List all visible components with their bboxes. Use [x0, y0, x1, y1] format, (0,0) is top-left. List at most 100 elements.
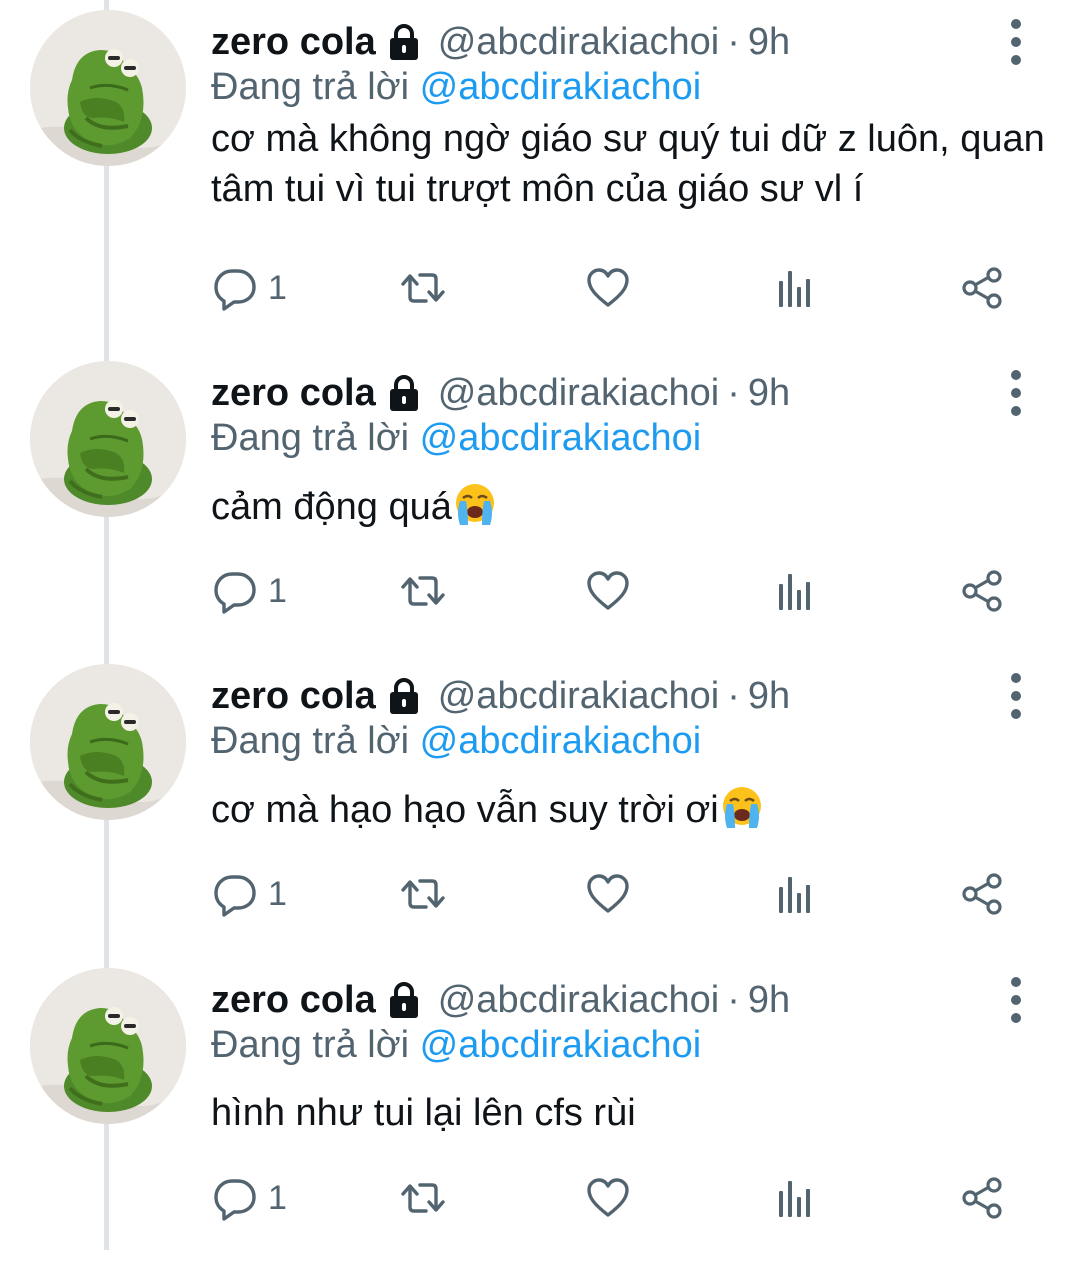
tweet-header: zero cola @abcdirakiachoi · 9h [211, 672, 790, 720]
replying-prefix: Đang trả lời [211, 417, 410, 459]
reply-button[interactable]: 1 [212, 561, 287, 621]
reply-count: 1 [268, 571, 287, 610]
tweet-item[interactable]: zero cola @abcdirakiachoi · 9h Đang trả … [0, 0, 1080, 303]
views-chart-icon [772, 1175, 818, 1221]
retweet-icon [400, 568, 446, 614]
tweet-text: cơ mà hạo hạo vẫn suy trời ơi [211, 784, 1051, 835]
separator-dot: · [727, 674, 740, 717]
tweet-text: cơ mà không ngờ giáo sư quý tui dữ z luô… [211, 114, 1051, 214]
retweet-button[interactable] [400, 864, 446, 924]
user-handle[interactable]: @abcdirakiachoi [438, 372, 720, 415]
tweet-actions: 1 [0, 561, 1080, 621]
tweet-actions: 1 [0, 258, 1080, 318]
views-chart-icon [772, 265, 818, 311]
tweet-item[interactable]: zero cola @abcdirakiachoi · 9h Đang trả … [0, 654, 1080, 957]
views-button[interactable] [772, 1168, 818, 1228]
frog-avatar-image [30, 10, 186, 166]
mention-link[interactable]: @abcdirakiachoi [420, 66, 702, 108]
user-handle[interactable]: @abcdirakiachoi [438, 979, 720, 1022]
tweet-actions: 1 [0, 1168, 1080, 1228]
timestamp[interactable]: 9h [748, 21, 790, 64]
mention-link[interactable]: @abcdirakiachoi [420, 1024, 702, 1066]
avatar[interactable] [30, 968, 186, 1124]
replying-prefix: Đang trả lời [211, 720, 410, 762]
timestamp[interactable]: 9h [748, 675, 790, 718]
tweet-item[interactable]: zero cola @abcdirakiachoi · 9h Đang trả … [0, 351, 1080, 654]
reply-button[interactable]: 1 [212, 258, 287, 318]
display-name[interactable]: zero cola [211, 372, 376, 415]
lock-icon [384, 676, 424, 716]
tweet-text-body: cảm động quá [211, 486, 452, 528]
reply-icon [212, 568, 258, 614]
tweet-header: zero cola @abcdirakiachoi · 9h [211, 369, 790, 417]
heart-icon [585, 871, 631, 917]
more-vertical-icon[interactable] [996, 970, 1036, 1030]
user-handle[interactable]: @abcdirakiachoi [438, 675, 720, 718]
like-button[interactable] [585, 561, 631, 621]
views-button[interactable] [772, 258, 818, 318]
loudly-crying-face-icon [452, 481, 498, 527]
replying-prefix: Đang trả lời [211, 1024, 410, 1066]
retweet-button[interactable] [400, 561, 446, 621]
reply-icon [212, 871, 258, 917]
share-button[interactable] [960, 864, 1006, 924]
reply-thread: zero cola @abcdirakiachoi · 9h Đang trả … [0, 0, 1080, 1250]
reply-button[interactable]: 1 [212, 1168, 287, 1228]
timestamp[interactable]: 9h [748, 979, 790, 1022]
lock-icon [384, 980, 424, 1020]
tweet-text: hình như tui lại lên cfs rùi [211, 1088, 1051, 1138]
frog-avatar-image [30, 361, 186, 517]
replying-to-line: Đang trả lời @abcdirakiachoi [211, 1024, 701, 1067]
reply-count: 1 [268, 1178, 287, 1217]
separator-dot: · [727, 20, 740, 63]
share-icon [960, 1175, 1006, 1221]
retweet-icon [400, 265, 446, 311]
frog-avatar-image [30, 968, 186, 1124]
like-button[interactable] [585, 1168, 631, 1228]
tweet-text-body: cơ mà hạo hạo vẫn suy trời ơi [211, 789, 719, 831]
user-handle[interactable]: @abcdirakiachoi [438, 21, 720, 64]
tweet-header: zero cola @abcdirakiachoi · 9h [211, 976, 790, 1024]
views-button[interactable] [772, 864, 818, 924]
reply-count: 1 [268, 874, 287, 913]
share-button[interactable] [960, 561, 1006, 621]
replying-prefix: Đang trả lời [211, 66, 410, 108]
reply-icon [212, 1175, 258, 1221]
heart-icon [585, 568, 631, 614]
retweet-button[interactable] [400, 258, 446, 318]
more-vertical-icon[interactable] [996, 363, 1036, 423]
like-button[interactable] [585, 258, 631, 318]
tweet-item[interactable]: zero cola @abcdirakiachoi · 9h Đang trả … [0, 958, 1080, 1261]
tweet-text: cảm động quá [211, 481, 1051, 532]
reply-button[interactable]: 1 [212, 864, 287, 924]
avatar[interactable] [30, 361, 186, 517]
views-chart-icon [772, 568, 818, 614]
retweet-button[interactable] [400, 1168, 446, 1228]
mention-link[interactable]: @abcdirakiachoi [420, 720, 702, 762]
loudly-crying-face-icon [719, 784, 765, 830]
display-name[interactable]: zero cola [211, 675, 376, 718]
replying-to-line: Đang trả lời @abcdirakiachoi [211, 720, 701, 763]
display-name[interactable]: zero cola [211, 979, 376, 1022]
avatar[interactable] [30, 10, 186, 166]
tweet-text-body: cơ mà không ngờ giáo sư quý tui dữ z luô… [211, 118, 1045, 210]
separator-dot: · [727, 371, 740, 414]
share-button[interactable] [960, 258, 1006, 318]
like-button[interactable] [585, 864, 631, 924]
avatar[interactable] [30, 664, 186, 820]
views-chart-icon [772, 871, 818, 917]
more-vertical-icon[interactable] [996, 12, 1036, 72]
retweet-icon [400, 1175, 446, 1221]
mention-link[interactable]: @abcdirakiachoi [420, 417, 702, 459]
reply-icon [212, 265, 258, 311]
replying-to-line: Đang trả lời @abcdirakiachoi [211, 66, 701, 109]
share-button[interactable] [960, 1168, 1006, 1228]
tweet-text-body: hình như tui lại lên cfs rùi [211, 1092, 636, 1134]
reply-count: 1 [268, 268, 287, 307]
separator-dot: · [727, 978, 740, 1021]
more-vertical-icon[interactable] [996, 666, 1036, 726]
timestamp[interactable]: 9h [748, 372, 790, 415]
display-name[interactable]: zero cola [211, 21, 376, 64]
views-button[interactable] [772, 561, 818, 621]
heart-icon [585, 265, 631, 311]
